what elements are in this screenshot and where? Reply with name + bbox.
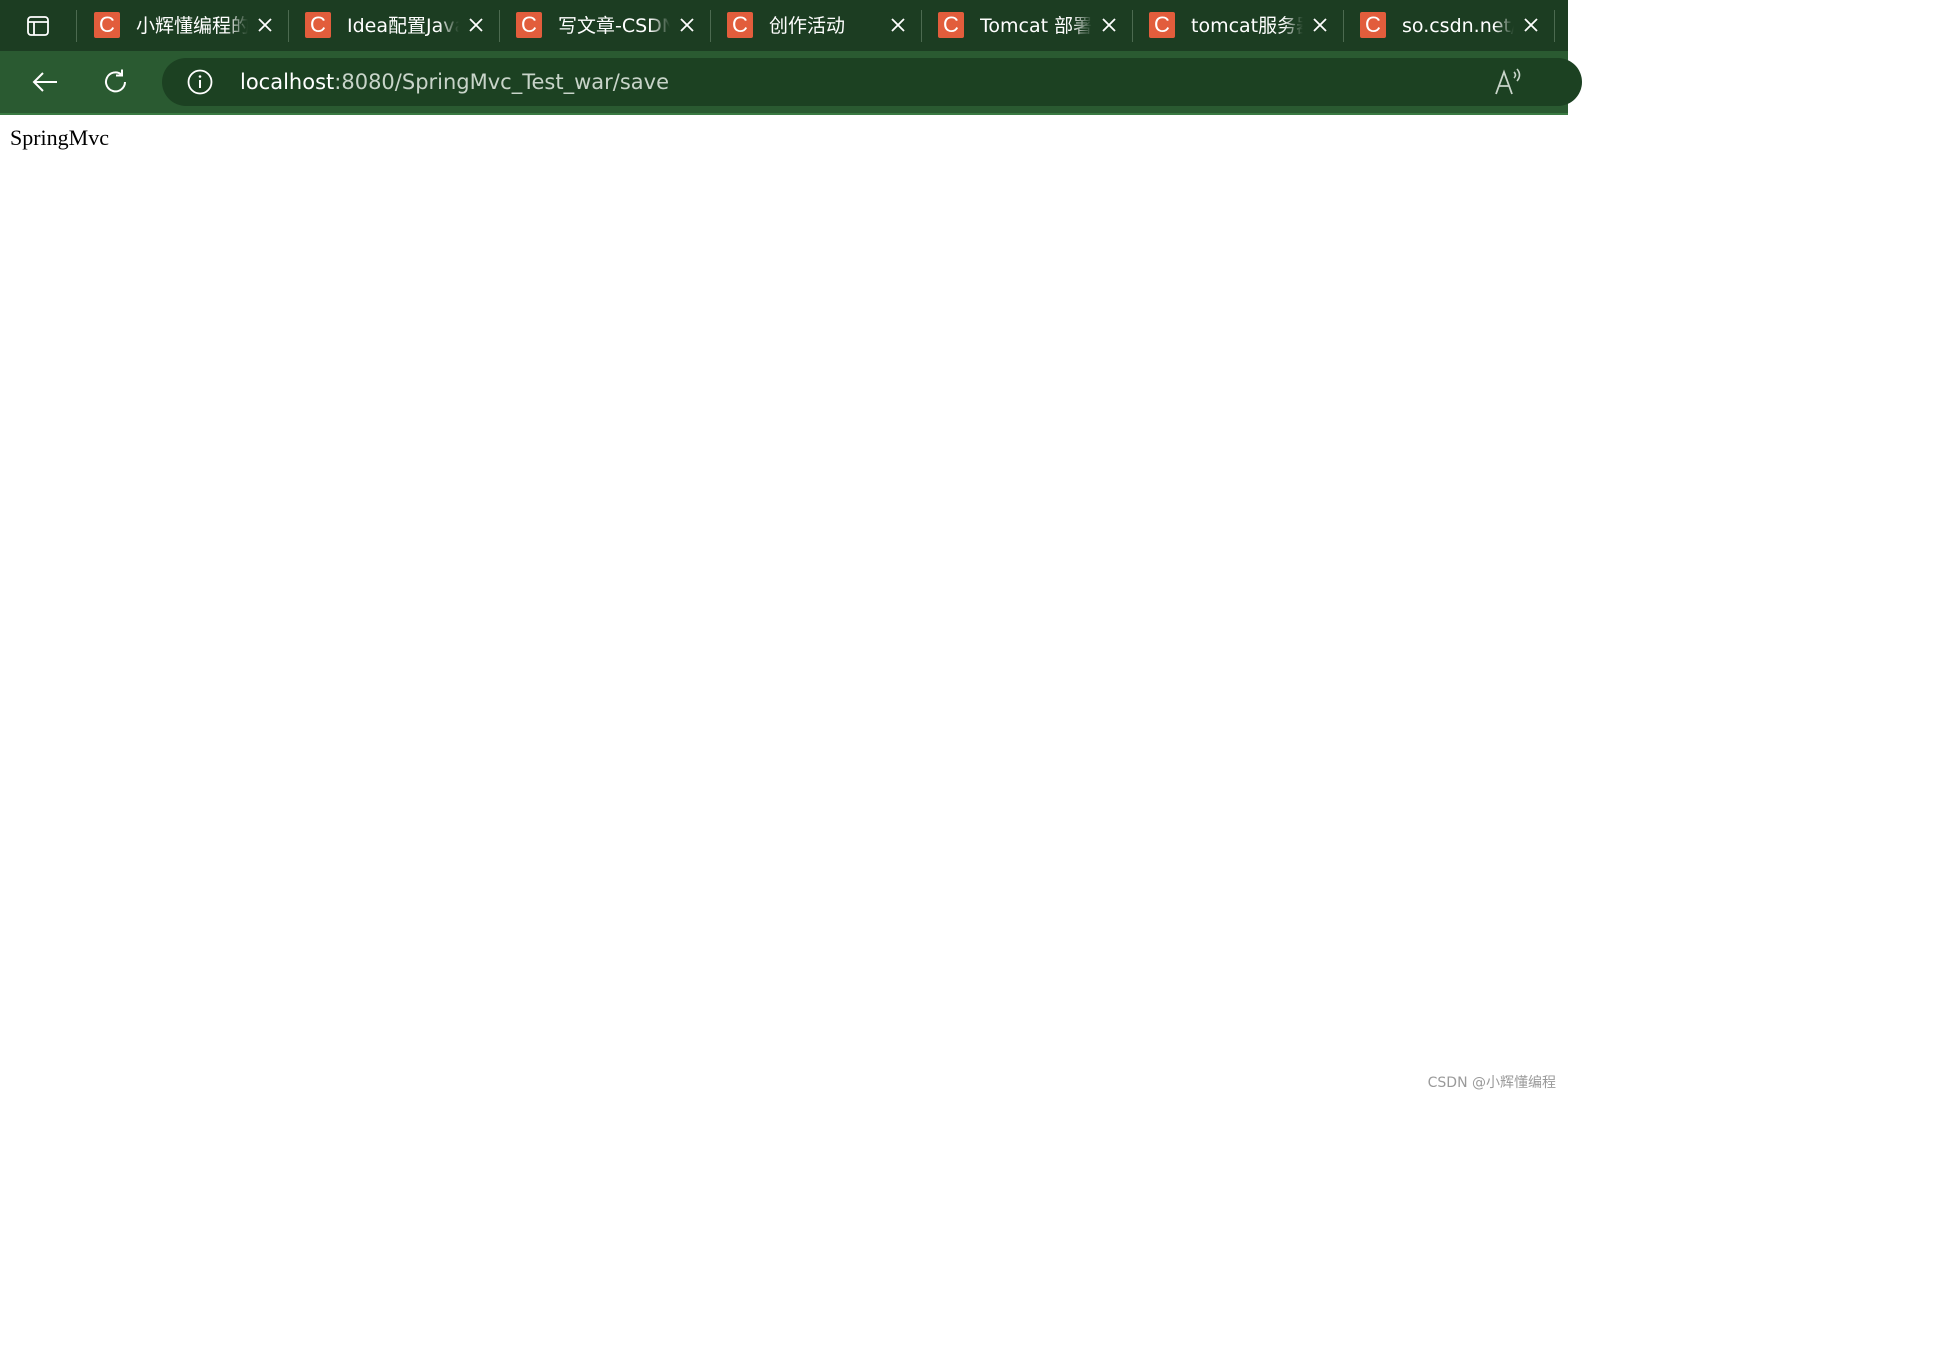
tab-title: Tomcat 部署	[980, 15, 1092, 37]
csdn-favicon-icon: C	[1149, 12, 1175, 38]
tab-title: 写文章-CSDN	[558, 15, 670, 37]
tab-separator	[288, 10, 289, 42]
tab-title: tomcat服务器	[1191, 15, 1303, 37]
url-text[interactable]: localhost:8080/SpringMvc_Test_war/save	[240, 68, 669, 96]
close-icon	[1313, 18, 1327, 32]
tab-close-button[interactable]	[256, 16, 274, 34]
tab-actions-icon	[27, 16, 49, 36]
csdn-favicon-icon: C	[938, 12, 964, 38]
url-host: localhost	[240, 70, 335, 94]
tab-separator	[1132, 10, 1133, 42]
close-icon	[1102, 18, 1116, 32]
tab-close-button[interactable]	[889, 16, 907, 34]
tab-title: 小辉懂编程的	[136, 15, 248, 37]
tab-title: so.csdn.net/s	[1402, 15, 1514, 37]
back-arrow-icon	[32, 72, 57, 92]
tab-close-button[interactable]	[678, 16, 696, 34]
tab-3[interactable]: C 写文章-CSDN	[502, 0, 700, 51]
tab-close-button[interactable]	[1522, 16, 1540, 34]
read-aloud-button[interactable]	[1492, 66, 1526, 98]
url-path: :8080/SpringMvc_Test_war/save	[334, 70, 669, 94]
tab-separator	[499, 10, 500, 42]
tab-separator	[921, 10, 922, 42]
csdn-favicon-icon: C	[305, 12, 331, 38]
page-body-text: SpringMvc	[10, 125, 109, 150]
close-icon	[1524, 18, 1538, 32]
tab-close-button[interactable]	[1311, 16, 1329, 34]
tab-separator	[1554, 10, 1555, 42]
refresh-button[interactable]	[96, 62, 136, 102]
csdn-favicon-icon: C	[727, 12, 753, 38]
tab-5[interactable]: C Tomcat 部署	[924, 0, 1122, 51]
close-icon	[258, 18, 272, 32]
tab-close-button[interactable]	[467, 16, 485, 34]
csdn-favicon-icon: C	[94, 12, 120, 38]
back-button[interactable]	[25, 62, 65, 102]
csdn-favicon-icon: C	[1360, 12, 1386, 38]
close-icon	[891, 18, 905, 32]
close-icon	[469, 18, 483, 32]
tab-separator	[710, 10, 711, 42]
tab-1[interactable]: C 小辉懂编程的	[80, 0, 278, 51]
page-content: SpringMvc CSDN @小辉懂编程	[0, 115, 1568, 1104]
tab-7[interactable]: C so.csdn.net/s	[1346, 0, 1544, 51]
read-aloud-icon	[1495, 68, 1521, 95]
tab-separator	[1343, 10, 1344, 42]
tab-title: 创作活动	[769, 15, 846, 37]
tab-title: Idea配置Java	[347, 15, 459, 37]
info-icon	[187, 69, 213, 95]
browser-toolbar: localhost:8080/SpringMvc_Test_war/save	[0, 51, 1582, 113]
site-info-button[interactable]	[186, 68, 214, 96]
close-icon	[680, 18, 694, 32]
address-bar[interactable]: localhost:8080/SpringMvc_Test_war/save	[162, 58, 1582, 106]
watermark: CSDN @小辉懂编程	[1427, 1075, 1556, 1091]
tab-6[interactable]: C tomcat服务器	[1135, 0, 1333, 51]
browser-window: C 小辉懂编程的 C Idea配置Java C 写文章-CSDN C 创作活动	[0, 0, 1582, 1104]
csdn-favicon-icon: C	[516, 12, 542, 38]
tab-close-button[interactable]	[1100, 16, 1118, 34]
tab-strip: C 小辉懂编程的 C Idea配置Java C 写文章-CSDN C 创作活动	[0, 0, 1568, 51]
tab-2[interactable]: C Idea配置Java	[291, 0, 489, 51]
tab-actions-button[interactable]	[18, 7, 58, 45]
tab-separator	[76, 10, 77, 42]
tab-4[interactable]: C 创作活动	[713, 0, 911, 51]
refresh-icon	[105, 69, 126, 93]
